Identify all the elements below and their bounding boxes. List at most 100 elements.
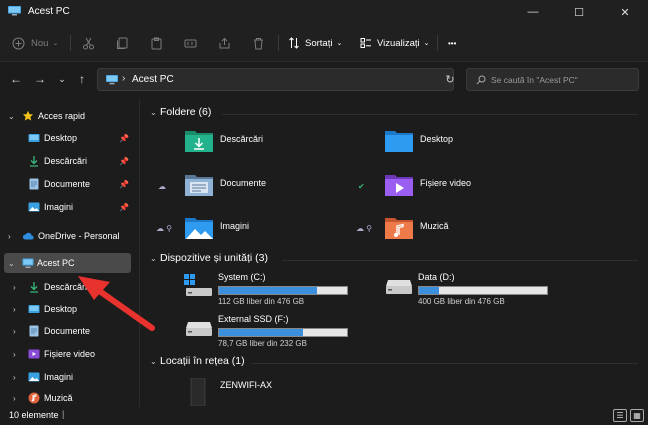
- tiles-view-icon[interactable]: ▦: [630, 409, 644, 422]
- sidebar-item-pictures[interactable]: Imagini 📌: [0, 197, 138, 217]
- sidebar-item-documents[interactable]: › Documente: [0, 321, 138, 341]
- view-button[interactable]: Vizualizați ⌄: [360, 33, 429, 53]
- paste-button[interactable]: [150, 33, 163, 53]
- trash-icon: [254, 37, 263, 49]
- image-icon: [28, 372, 40, 382]
- view-label: Vizualizați: [377, 37, 420, 49]
- copy-button[interactable]: [116, 33, 129, 53]
- new-button[interactable]: Nou ⌄: [12, 33, 58, 53]
- group-header-network[interactable]: ⌄ Locații în rețea (1): [144, 355, 245, 367]
- desktop-icon: [28, 134, 40, 142]
- folder-item[interactable]: Fișiere video: [384, 172, 564, 206]
- drive-name: System (C:): [218, 272, 266, 282]
- sidebar-item-music[interactable]: › Muzică: [0, 388, 138, 408]
- chevron-down-icon[interactable]: ⌄: [8, 259, 16, 268]
- chevron-right-icon[interactable]: ›: [13, 327, 21, 336]
- pc-icon: [106, 75, 118, 85]
- recent-chevron-icon[interactable]: ⌄: [53, 70, 71, 88]
- chevron-down-icon[interactable]: ⌄: [144, 254, 160, 263]
- back-arrow-icon[interactable]: ←: [7, 70, 25, 88]
- sidebar-item-desktop[interactable]: › Desktop: [0, 299, 138, 319]
- chevron-right-icon[interactable]: ›: [13, 394, 21, 403]
- folder-item[interactable]: Documente: [184, 172, 364, 206]
- up-arrow-icon[interactable]: ↑: [73, 70, 91, 88]
- sidebar-item-onedrive[interactable]: › OneDrive - Personal: [0, 226, 138, 246]
- navigation-pane: ⌄ Acces rapid Desktop 📌 Descărcări 📌 Doc…: [0, 100, 140, 407]
- cloud-status-icon: ☁: [158, 182, 166, 191]
- download-folder-icon: [185, 131, 213, 152]
- sidebar-item-label: OneDrive - Personal: [38, 231, 120, 241]
- sort-button[interactable]: Sortați ⌄: [288, 33, 342, 53]
- sidebar-item-label: Muzică: [44, 393, 73, 403]
- forward-arrow-icon[interactable]: →: [31, 70, 49, 88]
- sidebar-item-videos[interactable]: › Fișiere video: [0, 344, 138, 364]
- drive-usage-fill: [219, 287, 317, 294]
- download-icon: [30, 156, 38, 167]
- pin-icon[interactable]: 📌: [119, 180, 129, 189]
- status-bar: 10 elemente | ☰ ▦: [0, 407, 648, 425]
- breadcrumb[interactable]: Acest PC: [132, 74, 174, 85]
- drive-usage-bar: [218, 328, 348, 337]
- drive-item[interactable]: External SSD (F:) 78,7 GB liber din 232 …: [184, 314, 364, 354]
- document-icon: [29, 178, 39, 190]
- drive-free-space: 112 GB liber din 476 GB: [218, 297, 305, 306]
- pin-icon[interactable]: 📌: [119, 157, 129, 166]
- drive-item[interactable]: System (C:) 112 GB liber din 476 GB: [184, 272, 364, 312]
- chevron-down-icon[interactable]: ⌄: [144, 357, 160, 366]
- sidebar-item-documents[interactable]: Documente 📌: [0, 174, 138, 194]
- chevron-right-icon[interactable]: ›: [13, 373, 21, 382]
- folder-item[interactable]: Descărcări: [184, 128, 364, 162]
- chevron-down-icon[interactable]: ⌄: [8, 112, 16, 121]
- close-button[interactable]: ✕: [602, 0, 648, 24]
- pin-icon[interactable]: 📌: [119, 203, 129, 212]
- refresh-icon[interactable]: ↻: [440, 68, 460, 91]
- details-view-icon[interactable]: ☰: [613, 409, 627, 422]
- group-header-drives[interactable]: ⌄ Dispozitive și unități (3): [144, 252, 268, 264]
- divider: [278, 35, 279, 51]
- folder-name: Muzică: [420, 221, 449, 231]
- chevron-right-icon[interactable]: ›: [13, 283, 21, 292]
- chevron-right-icon[interactable]: ›: [13, 350, 21, 359]
- drive-usage-bar: [218, 286, 348, 295]
- search-icon: [476, 75, 486, 85]
- chevron-down-icon: ⌄: [52, 40, 59, 47]
- folder-name: Descărcări: [220, 134, 264, 144]
- folder-item[interactable]: Imagini: [184, 215, 364, 249]
- sidebar-item-quick-access[interactable]: ⌄ Acces rapid: [0, 106, 138, 126]
- item-count: 10 elemente: [9, 410, 59, 420]
- group-title: Foldere (6): [160, 106, 212, 118]
- share-button[interactable]: [218, 33, 231, 53]
- group-title: Dispozitive și unități (3): [160, 252, 268, 264]
- sidebar-item-label: Descărcări: [44, 282, 88, 292]
- drive-usage-bar: [418, 286, 548, 295]
- pin-icon[interactable]: 📌: [119, 134, 129, 143]
- delete-button[interactable]: [252, 33, 265, 53]
- window-title: Acest PC: [28, 6, 70, 17]
- folder-item[interactable]: Muzică: [384, 215, 564, 249]
- drive-item[interactable]: Data (D:) 400 GB liber din 476 GB: [384, 272, 564, 312]
- more-options-button[interactable]: •••: [448, 33, 456, 53]
- maximize-button[interactable]: ☐: [556, 0, 602, 24]
- title-bar: Acest PC — ☐ ✕: [0, 0, 648, 24]
- sidebar-item-downloads[interactable]: › Descărcări: [0, 277, 138, 297]
- search-box[interactable]: [466, 68, 639, 91]
- sidebar-item-this-pc[interactable]: ⌄ Acest PC: [4, 253, 131, 273]
- group-divider: [222, 114, 638, 115]
- sidebar-item-downloads[interactable]: Descărcări 📌: [0, 151, 138, 171]
- music-folder-icon: [385, 218, 413, 239]
- minimize-button[interactable]: —: [510, 0, 556, 24]
- cut-button[interactable]: [82, 33, 95, 53]
- chevron-right-icon[interactable]: ›: [13, 305, 21, 314]
- search-input[interactable]: [491, 72, 636, 88]
- cloud-status-icon: ☁ ⚲: [156, 224, 173, 233]
- content-pane: ⌄ Foldere (6) Descărcări Desktop ☁ Docum…: [144, 100, 648, 407]
- sidebar-item-pictures[interactable]: › Imagini: [0, 367, 138, 387]
- chevron-down-icon[interactable]: ⌄: [144, 108, 160, 117]
- sidebar-item-desktop[interactable]: Desktop 📌: [0, 128, 138, 148]
- address-bar[interactable]: › Acest PC: [97, 68, 454, 91]
- rename-button[interactable]: [184, 33, 197, 53]
- chevron-down-icon: ⌄: [336, 40, 343, 47]
- group-header-folders[interactable]: ⌄ Foldere (6): [144, 106, 211, 118]
- folder-item[interactable]: Desktop: [384, 128, 564, 162]
- chevron-right-icon[interactable]: ›: [8, 232, 16, 241]
